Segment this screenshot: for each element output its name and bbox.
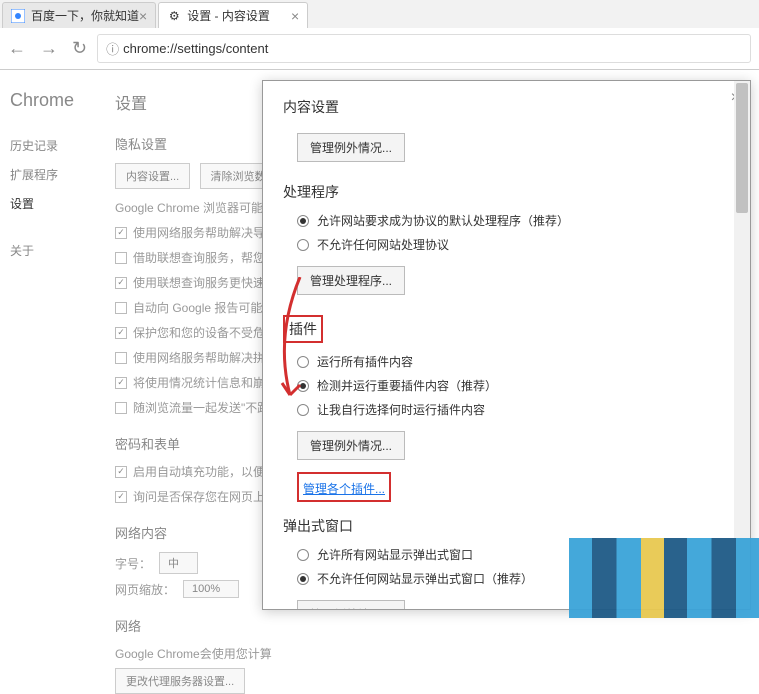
modal-section-plugins: 插件 [283, 315, 730, 343]
modal-scrollbar[interactable] [734, 81, 750, 609]
nav-buttons: ← → ↻ [8, 38, 87, 59]
proxy-button[interactable]: 更改代理服务器设置... [115, 668, 245, 694]
manage-handlers-button[interactable]: 管理处理程序... [297, 266, 405, 295]
radio[interactable] [297, 239, 309, 251]
back-icon[interactable]: ← [8, 38, 26, 59]
forward-icon[interactable]: → [40, 38, 58, 59]
url-text: chrome://settings/content [123, 41, 268, 56]
highlight-plugins: 插件 [283, 315, 323, 343]
checkbox[interactable] [115, 402, 127, 414]
gear-icon: ⚙ [167, 9, 181, 23]
plugin-exceptions-button[interactable]: 管理例外情况... [297, 431, 405, 460]
scrollbar-thumb[interactable] [736, 83, 748, 213]
checkbox[interactable]: ✓ [115, 491, 127, 503]
popup-exceptions-button[interactable]: 管理例外情况... [297, 600, 405, 610]
tab-baidu[interactable]: 百度一下，你就知道 × [2, 2, 156, 28]
checkbox[interactable]: ✓ [115, 466, 127, 478]
url-input[interactable]: ⓘ chrome://settings/content [97, 34, 751, 63]
modal-section-handlers: 处理程序 [283, 182, 730, 202]
left-nav: Chrome 历史记录 扩展程序 设置 关于 [0, 70, 105, 632]
close-icon[interactable]: × [139, 8, 147, 24]
zoom-select[interactable]: 100% [183, 580, 239, 598]
brand-title: Chrome [10, 90, 95, 111]
modal-section-popups: 弹出式窗口 [283, 516, 730, 536]
address-bar: ← → ↻ ⓘ chrome://settings/content [0, 28, 759, 69]
checkbox[interactable]: ✓ [115, 277, 127, 289]
zoom-label: 网页缩放： [115, 581, 175, 598]
tab-title: 百度一下，你就知道 [31, 7, 139, 24]
checkbox[interactable]: ✓ [115, 327, 127, 339]
checkbox[interactable]: ✓ [115, 227, 127, 239]
radio[interactable] [297, 380, 309, 392]
baidu-favicon [11, 9, 25, 23]
checkbox[interactable] [115, 352, 127, 364]
reload-icon[interactable]: ↻ [72, 38, 87, 59]
section-network: 网络 [115, 616, 749, 635]
nav-history[interactable]: 历史记录 [10, 131, 95, 160]
tab-bar: 百度一下，你就知道 × ⚙ 设置 - 内容设置 × [0, 0, 759, 28]
fontsize-label: 字号： [115, 555, 151, 572]
manage-plugins-link[interactable]: 管理各个插件... [303, 480, 385, 497]
close-icon[interactable]: × [291, 8, 299, 24]
browser-chrome: 百度一下，你就知道 × ⚙ 设置 - 内容设置 × ← → ↻ ⓘ chrome… [0, 0, 759, 70]
content-settings-modal: × 内容设置 管理例外情况... 处理程序 允许网站要求成为协议的默认处理程序（… [262, 80, 751, 610]
exceptions-button[interactable]: 管理例外情况... [297, 133, 405, 162]
nav-about[interactable]: 关于 [10, 236, 95, 265]
nav-settings[interactable]: 设置 [10, 189, 95, 218]
checkbox[interactable] [115, 302, 127, 314]
checkbox[interactable]: ✓ [115, 377, 127, 389]
content-settings-button[interactable]: 内容设置... [115, 163, 190, 189]
highlight-manage-plugins: 管理各个插件... [297, 472, 391, 502]
fontsize-select[interactable]: 中 [159, 552, 198, 574]
info-icon: ⓘ [106, 39, 119, 58]
tab-title: 设置 - 内容设置 [187, 7, 270, 24]
watermark-overlay [569, 538, 759, 618]
radio[interactable] [297, 356, 309, 368]
nav-extensions[interactable]: 扩展程序 [10, 160, 95, 189]
tab-settings[interactable]: ⚙ 设置 - 内容设置 × [158, 2, 308, 28]
modal-section-content: 内容设置 [283, 97, 730, 117]
radio[interactable] [297, 404, 309, 416]
radio[interactable] [297, 573, 309, 585]
radio[interactable] [297, 549, 309, 561]
checkbox[interactable] [115, 252, 127, 264]
network-desc: Google Chrome会使用您计算 [115, 645, 749, 662]
radio[interactable] [297, 215, 309, 227]
